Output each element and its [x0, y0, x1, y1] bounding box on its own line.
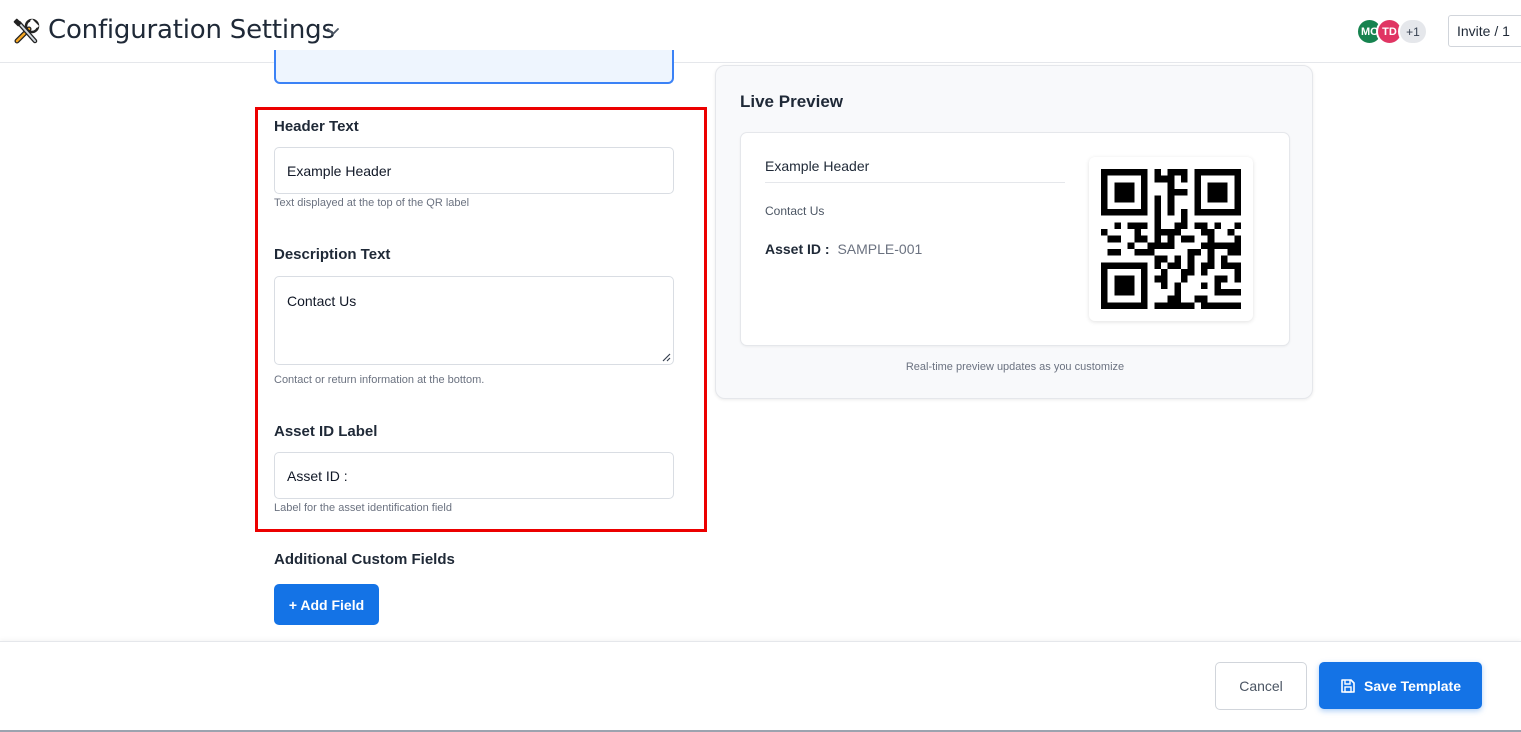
resize-handle-icon[interactable]: [661, 352, 671, 362]
selected-template-card[interactable]: [274, 50, 674, 84]
header-text-input[interactable]: Example Header: [274, 147, 674, 194]
description-text-input[interactable]: Contact Us: [274, 276, 674, 365]
description-text-label: Description Text: [274, 246, 391, 263]
preview-asset-label: Asset ID :: [765, 241, 830, 257]
save-icon: [1341, 678, 1355, 693]
page-title: Configuration Settings: [48, 15, 335, 45]
description-text-helper: Contact or return information at the bot…: [274, 374, 485, 386]
chevron-down-icon[interactable]: [325, 23, 341, 39]
description-text-value: Contact Us: [287, 293, 357, 309]
avatar-overflow-count[interactable]: +1: [1398, 18, 1428, 45]
preview-asset-row: Asset ID : SAMPLE-001: [765, 241, 922, 257]
collaborator-avatars[interactable]: MC TD +1: [1356, 18, 1436, 45]
add-field-button[interactable]: + Add Field: [274, 584, 379, 625]
save-template-label: Save Template: [1363, 677, 1461, 694]
save-template-button[interactable]: Save Template: [1319, 662, 1482, 709]
asset-id-label-helper: Label for the asset identification field: [274, 502, 452, 514]
asset-id-label-value: Asset ID :: [287, 467, 348, 484]
preview-note: Real-time preview updates as you customi…: [905, 361, 1125, 373]
tools-icon: [13, 18, 40, 44]
preview-label-description: Contact Us: [765, 204, 825, 218]
top-bar: Configuration Settings MC TD +1 Invite /…: [0, 0, 1521, 63]
preview-label-header: Example Header: [765, 158, 870, 174]
qr-label-preview: Example Header Contact Us Asset ID : SAM…: [740, 132, 1290, 346]
header-text-value: Example Header: [287, 162, 392, 179]
qr-code-container: [1089, 157, 1253, 321]
invite-button[interactable]: Invite / 1: [1448, 15, 1521, 47]
asset-id-label-input[interactable]: Asset ID :: [274, 452, 674, 499]
header-text-helper: Text displayed at the top of the QR labe…: [274, 197, 470, 209]
qr-code-icon: [1101, 169, 1241, 309]
preview-title: Live Preview: [740, 92, 844, 111]
divider: [765, 182, 1065, 183]
header-text-label: Header Text: [274, 118, 359, 135]
preview-asset-value: SAMPLE-001: [837, 241, 923, 257]
custom-fields-label: Additional Custom Fields: [274, 551, 455, 568]
asset-id-label-label: Asset ID Label: [274, 423, 378, 440]
live-preview-panel: Live Preview Example Header Contact Us A…: [715, 65, 1313, 399]
cancel-button[interactable]: Cancel: [1215, 662, 1307, 710]
